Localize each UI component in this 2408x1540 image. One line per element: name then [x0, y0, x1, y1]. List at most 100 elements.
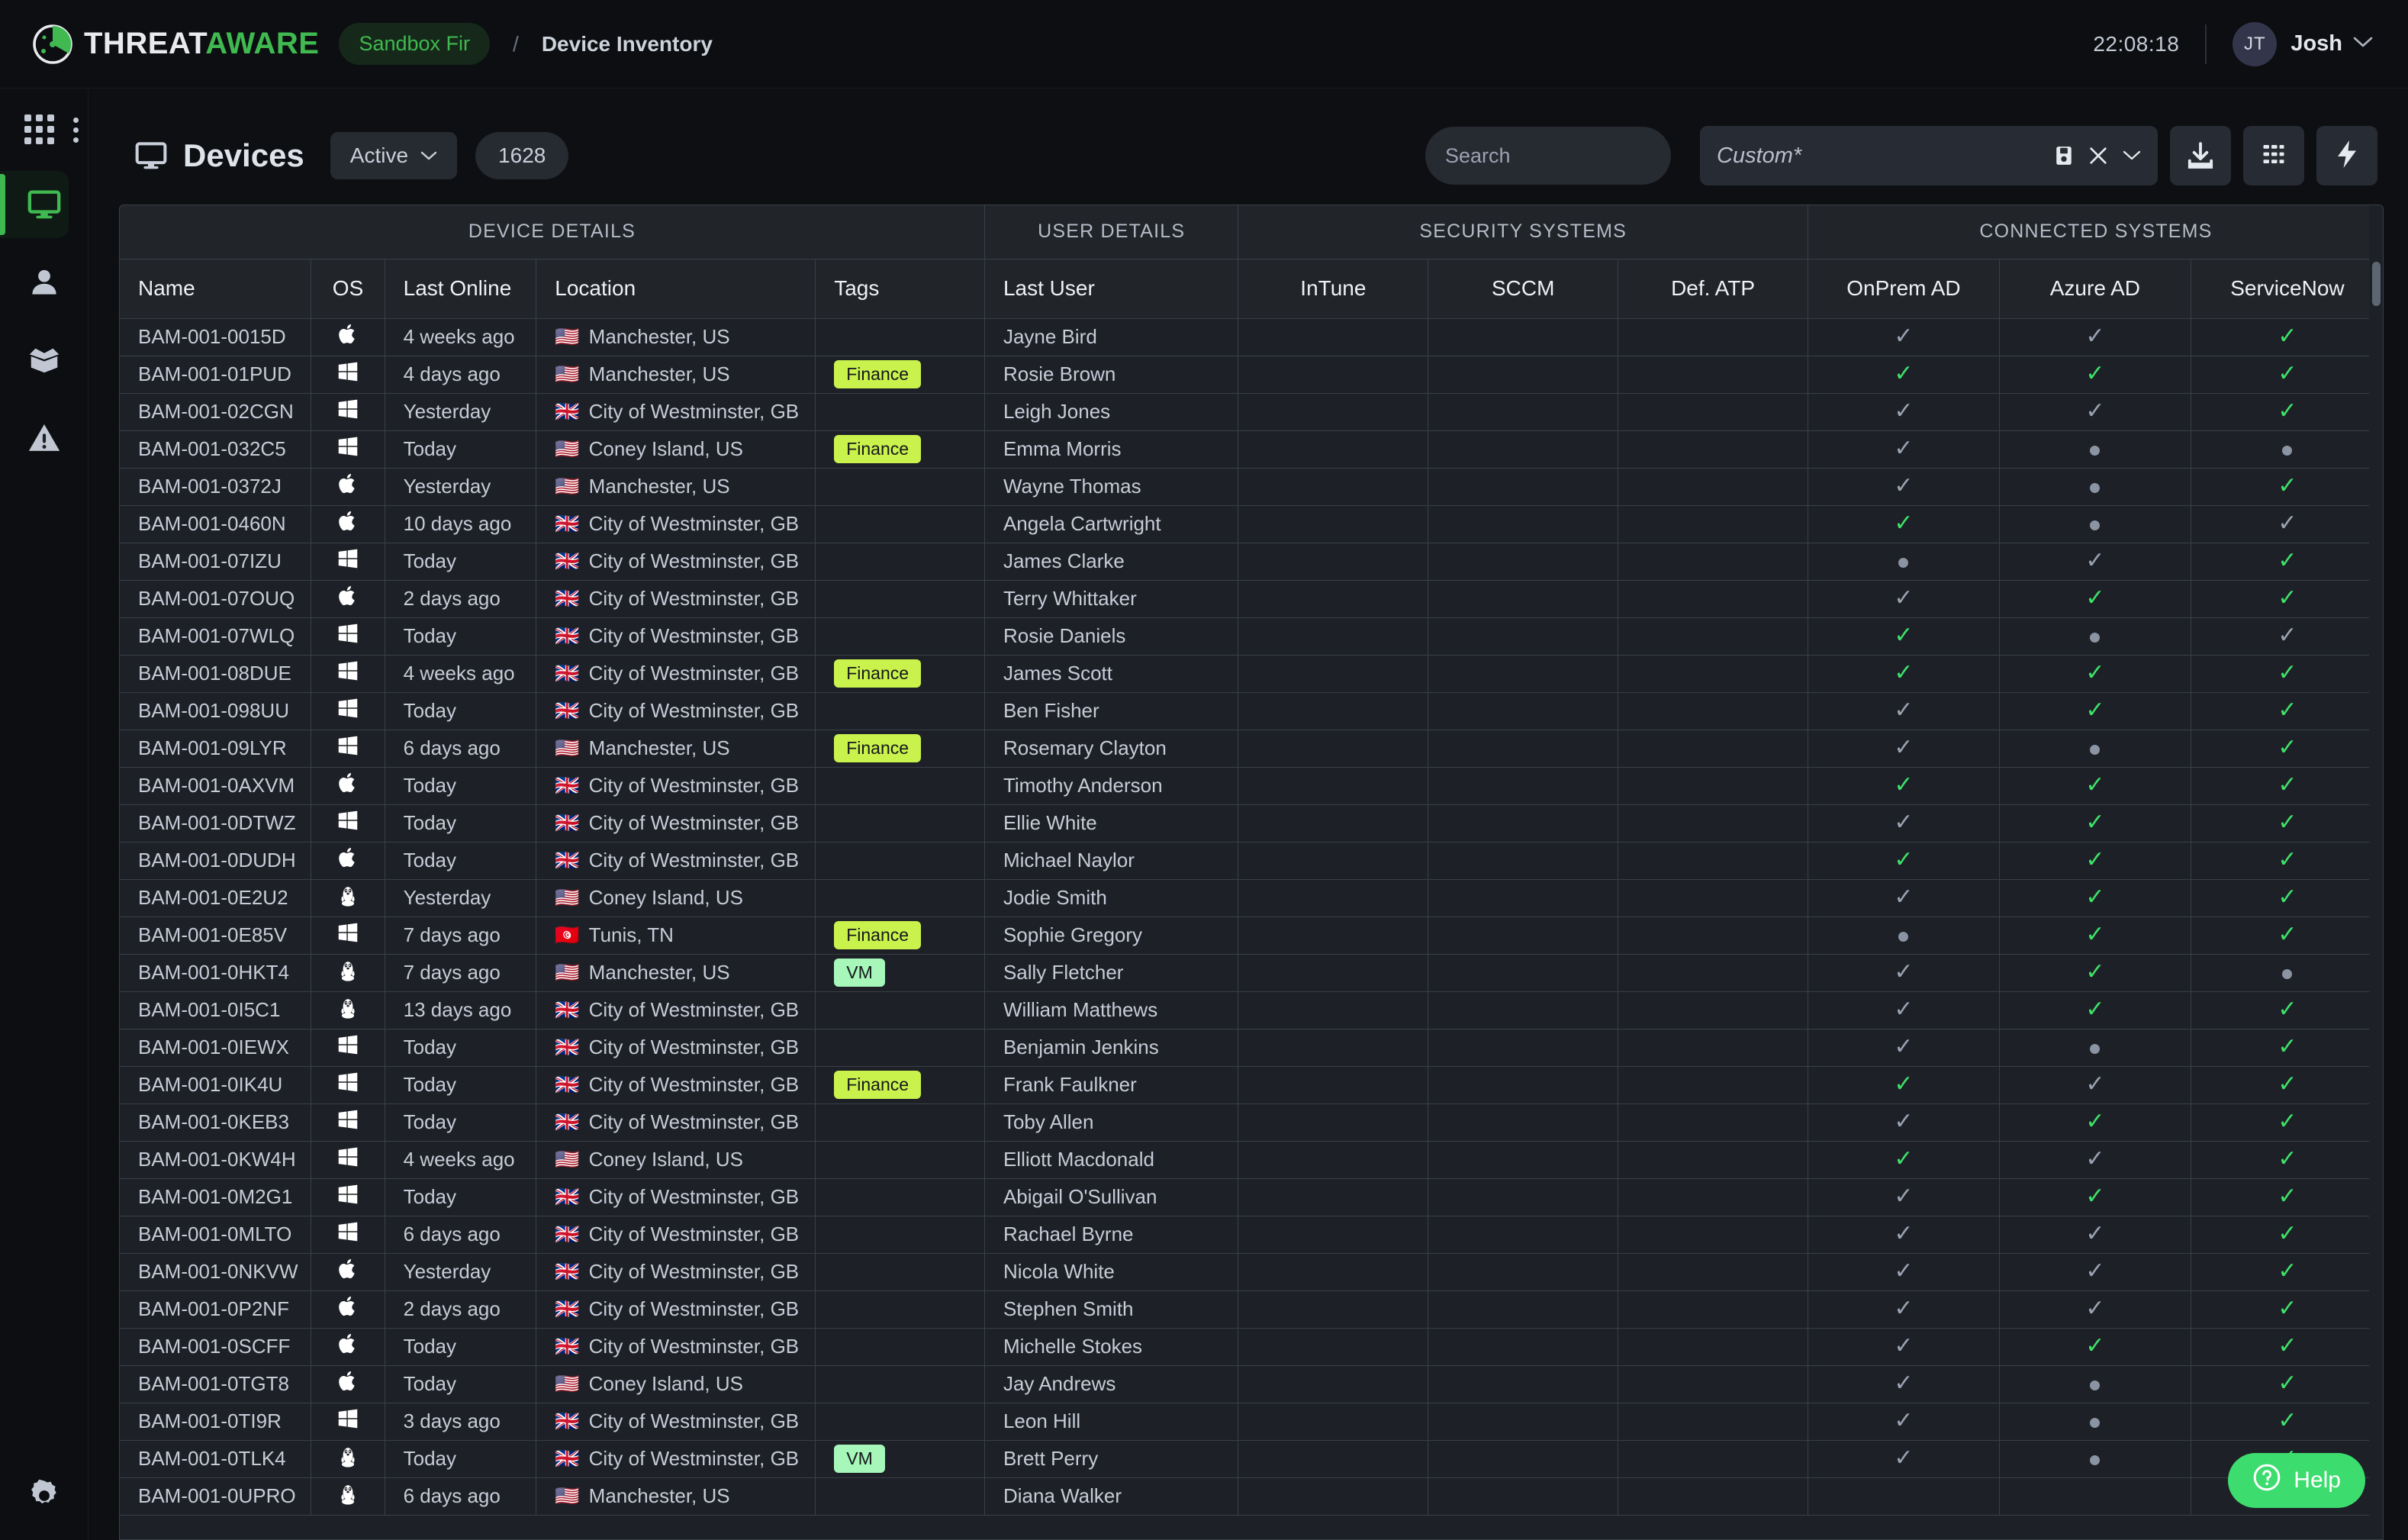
cell-last-user[interactable]: Toby Allen	[984, 1103, 1239, 1142]
table-row[interactable]: BAM-001-0IK4U Today 🇬🇧 City of Westminster,…	[120, 1066, 2383, 1104]
avatar[interactable]: JT	[2233, 21, 2278, 66]
cell-name[interactable]: BAM-001-0DTWZ	[120, 804, 312, 842]
cell-name[interactable]: BAM-001-0KW4H	[120, 1141, 312, 1179]
cell-name[interactable]: BAM-001-07WLQ	[120, 617, 312, 656]
cell-name[interactable]: BAM-001-0E85V	[120, 917, 312, 955]
export-button[interactable]	[2170, 126, 2231, 185]
table-row[interactable]: BAM-001-08DUE 4 weeks ago 🇬🇧 City of Westmi…	[120, 655, 2383, 693]
column-header-last-online[interactable]: Last Online	[385, 259, 537, 319]
tag-badge[interactable]: Finance	[834, 920, 922, 950]
table-row[interactable]: BAM-001-0HKT4 7 days ago 🇺🇸 Manchester, US V…	[120, 954, 2383, 992]
sidebar-item-devices[interactable]	[0, 166, 89, 243]
cell-last-user[interactable]: Rosemary Clayton	[984, 730, 1239, 768]
cell-name[interactable]: BAM-001-0AXVM	[120, 767, 312, 805]
cell-name[interactable]: BAM-001-0MLTO	[120, 1216, 312, 1254]
cell-name[interactable]: BAM-001-0DUDH	[120, 842, 312, 880]
cell-name[interactable]: BAM-001-08DUE	[120, 655, 312, 693]
cell-name[interactable]: BAM-001-0E2U2	[120, 879, 312, 917]
cell-name[interactable]: BAM-001-0015D	[120, 318, 312, 356]
cell-last-user[interactable]: James Clarke	[984, 543, 1239, 581]
devices-table-container[interactable]: DEVICE DETAILS USER DETAILS SECURITY SYS…	[119, 205, 2384, 1540]
app-logo[interactable]: THREATAWARE	[32, 24, 319, 65]
cell-last-user[interactable]: Sally Fletcher	[984, 954, 1239, 992]
tenant-badge[interactable]: Sandbox Fir	[339, 23, 491, 65]
table-row[interactable]: BAM-001-0E2U2 Yesterday 🇺🇸 Coney Island, US…	[120, 879, 2383, 917]
cell-last-user[interactable]: Diana Walker	[984, 1477, 1239, 1516]
cell-last-user[interactable]: Benjamin Jenkins	[984, 1029, 1239, 1067]
cell-last-user[interactable]: Sophie Gregory	[984, 917, 1239, 955]
column-header-tags[interactable]: Tags	[815, 259, 985, 319]
table-row[interactable]: BAM-001-07IZU Today 🇬🇧 City of Westminster,…	[120, 543, 2383, 581]
table-row[interactable]: BAM-001-0P2NF 2 days ago 🇬🇧 City of Westmin…	[120, 1290, 2383, 1329]
table-vertical-scrollbar[interactable]	[2369, 205, 2383, 1539]
cell-last-user[interactable]: Emma Morris	[984, 430, 1239, 469]
table-row[interactable]: BAM-001-098UU Today 🇬🇧 City of Westminster,…	[120, 692, 2383, 730]
tag-badge[interactable]: Finance	[834, 359, 922, 389]
cell-last-user[interactable]: Leigh Jones	[984, 393, 1239, 431]
cell-last-user[interactable]: Rosie Daniels	[984, 617, 1239, 656]
table-row[interactable]: BAM-001-0TGT8 Today 🇺🇸 Coney Island, US Jay …	[120, 1365, 2383, 1403]
table-row[interactable]: BAM-001-0DTWZ Today 🇬🇧 City of Westminster,…	[120, 804, 2383, 842]
cell-name[interactable]: BAM-001-0TLK4	[120, 1440, 312, 1478]
clear-x-icon[interactable]	[2088, 145, 2109, 166]
column-header-servicenow[interactable]: ServiceNow	[2191, 259, 2383, 319]
cell-last-user[interactable]: Ben Fisher	[984, 692, 1239, 730]
cell-last-user[interactable]: Ellie White	[984, 804, 1239, 842]
cell-last-user[interactable]: Michelle Stokes	[984, 1328, 1239, 1366]
cell-last-user[interactable]: Timothy Anderson	[984, 767, 1239, 805]
cell-name[interactable]: BAM-001-0IEWX	[120, 1029, 312, 1067]
chevron-down-icon[interactable]	[2123, 150, 2141, 162]
column-header-intune[interactable]: InTune	[1238, 259, 1429, 319]
tag-badge[interactable]: Finance	[834, 659, 922, 688]
cell-last-user[interactable]: Rachael Byrne	[984, 1216, 1239, 1254]
table-row[interactable]: BAM-001-0IEWX Today 🇬🇧 City of Westminster,…	[120, 1029, 2383, 1067]
cell-last-user[interactable]: James Scott	[984, 655, 1239, 693]
tag-badge[interactable]: VM	[834, 1444, 885, 1474]
cell-name[interactable]: BAM-001-0TI9R	[120, 1403, 312, 1441]
tag-badge[interactable]: Finance	[834, 733, 922, 763]
cell-name[interactable]: BAM-001-0M2G1	[120, 1178, 312, 1216]
actions-button[interactable]	[2316, 126, 2377, 185]
column-header-def-atp[interactable]: Def. ATP	[1618, 259, 1808, 319]
cell-name[interactable]: BAM-001-0I5C1	[120, 991, 312, 1029]
cell-last-user[interactable]: Stephen Smith	[984, 1290, 1239, 1329]
table-row[interactable]: BAM-001-09LYR 6 days ago 🇺🇸 Manchester, US F…	[120, 730, 2383, 768]
column-header-name[interactable]: Name	[120, 259, 312, 319]
cell-name[interactable]: BAM-001-07OUQ	[120, 580, 312, 618]
column-header-azure-ad[interactable]: Azure AD	[1999, 259, 2191, 319]
table-row[interactable]: BAM-001-07OUQ 2 days ago 🇬🇧 City of Westmin…	[120, 580, 2383, 618]
cell-last-user[interactable]: Brett Perry	[984, 1440, 1239, 1478]
table-row[interactable]: BAM-001-0MLTO 6 days ago 🇬🇧 City of Westmin…	[120, 1216, 2383, 1254]
table-row[interactable]: BAM-001-07WLQ Today 🇬🇧 City of Westminster,…	[120, 617, 2383, 656]
sidebar-item-apps[interactable]	[0, 101, 89, 157]
column-header-os[interactable]: OS	[311, 259, 385, 319]
table-row[interactable]: BAM-001-032C5 Today 🇺🇸 Coney Island, US Fina…	[120, 430, 2383, 469]
sidebar-item-users[interactable]	[0, 244, 89, 321]
cell-last-user[interactable]: Abigail O'Sullivan	[984, 1178, 1239, 1216]
column-header-onprem-ad[interactable]: OnPrem AD	[1808, 259, 2000, 319]
cell-name[interactable]: BAM-001-0NKVW	[120, 1253, 312, 1291]
status-filter-dropdown[interactable]: Active	[330, 132, 458, 179]
user-name[interactable]: Josh	[2290, 31, 2342, 56]
cell-name[interactable]: BAM-001-09LYR	[120, 730, 312, 768]
cell-last-user[interactable]: Michael Naylor	[984, 842, 1239, 880]
column-header-sccm[interactable]: SCCM	[1428, 259, 1619, 319]
tag-badge[interactable]: VM	[834, 958, 885, 987]
cell-last-user[interactable]: Jay Andrews	[984, 1365, 1239, 1403]
table-row[interactable]: BAM-001-0TLK4 Today 🇬🇧 City of Westminster,…	[120, 1440, 2383, 1478]
cell-name[interactable]: BAM-001-0KEB3	[120, 1103, 312, 1142]
cell-last-user[interactable]: Leon Hill	[984, 1403, 1239, 1441]
columns-button[interactable]	[2243, 126, 2304, 185]
column-header-last-user[interactable]: Last User	[984, 259, 1239, 319]
table-row[interactable]: BAM-001-0M2G1 Today 🇬🇧 City of Westminster,…	[120, 1178, 2383, 1216]
table-row[interactable]: BAM-001-0KW4H 4 weeks ago 🇺🇸 Coney Island, …	[120, 1141, 2383, 1179]
chevron-down-icon[interactable]	[2353, 36, 2373, 52]
table-row[interactable]: BAM-001-01PUD 4 days ago 🇺🇸 Manchester, US F…	[120, 356, 2383, 394]
table-row[interactable]: BAM-001-0DUDH Today 🇬🇧 City of Westminster,…	[120, 842, 2383, 880]
search-box[interactable]	[1425, 127, 1715, 185]
cell-name[interactable]: BAM-001-0IK4U	[120, 1066, 312, 1104]
sidebar-item-alerts[interactable]	[0, 400, 89, 476]
save-disk-icon[interactable]	[2054, 144, 2074, 167]
cell-name[interactable]: BAM-001-0P2NF	[120, 1290, 312, 1329]
cell-name[interactable]: BAM-001-0SCFF	[120, 1328, 312, 1366]
